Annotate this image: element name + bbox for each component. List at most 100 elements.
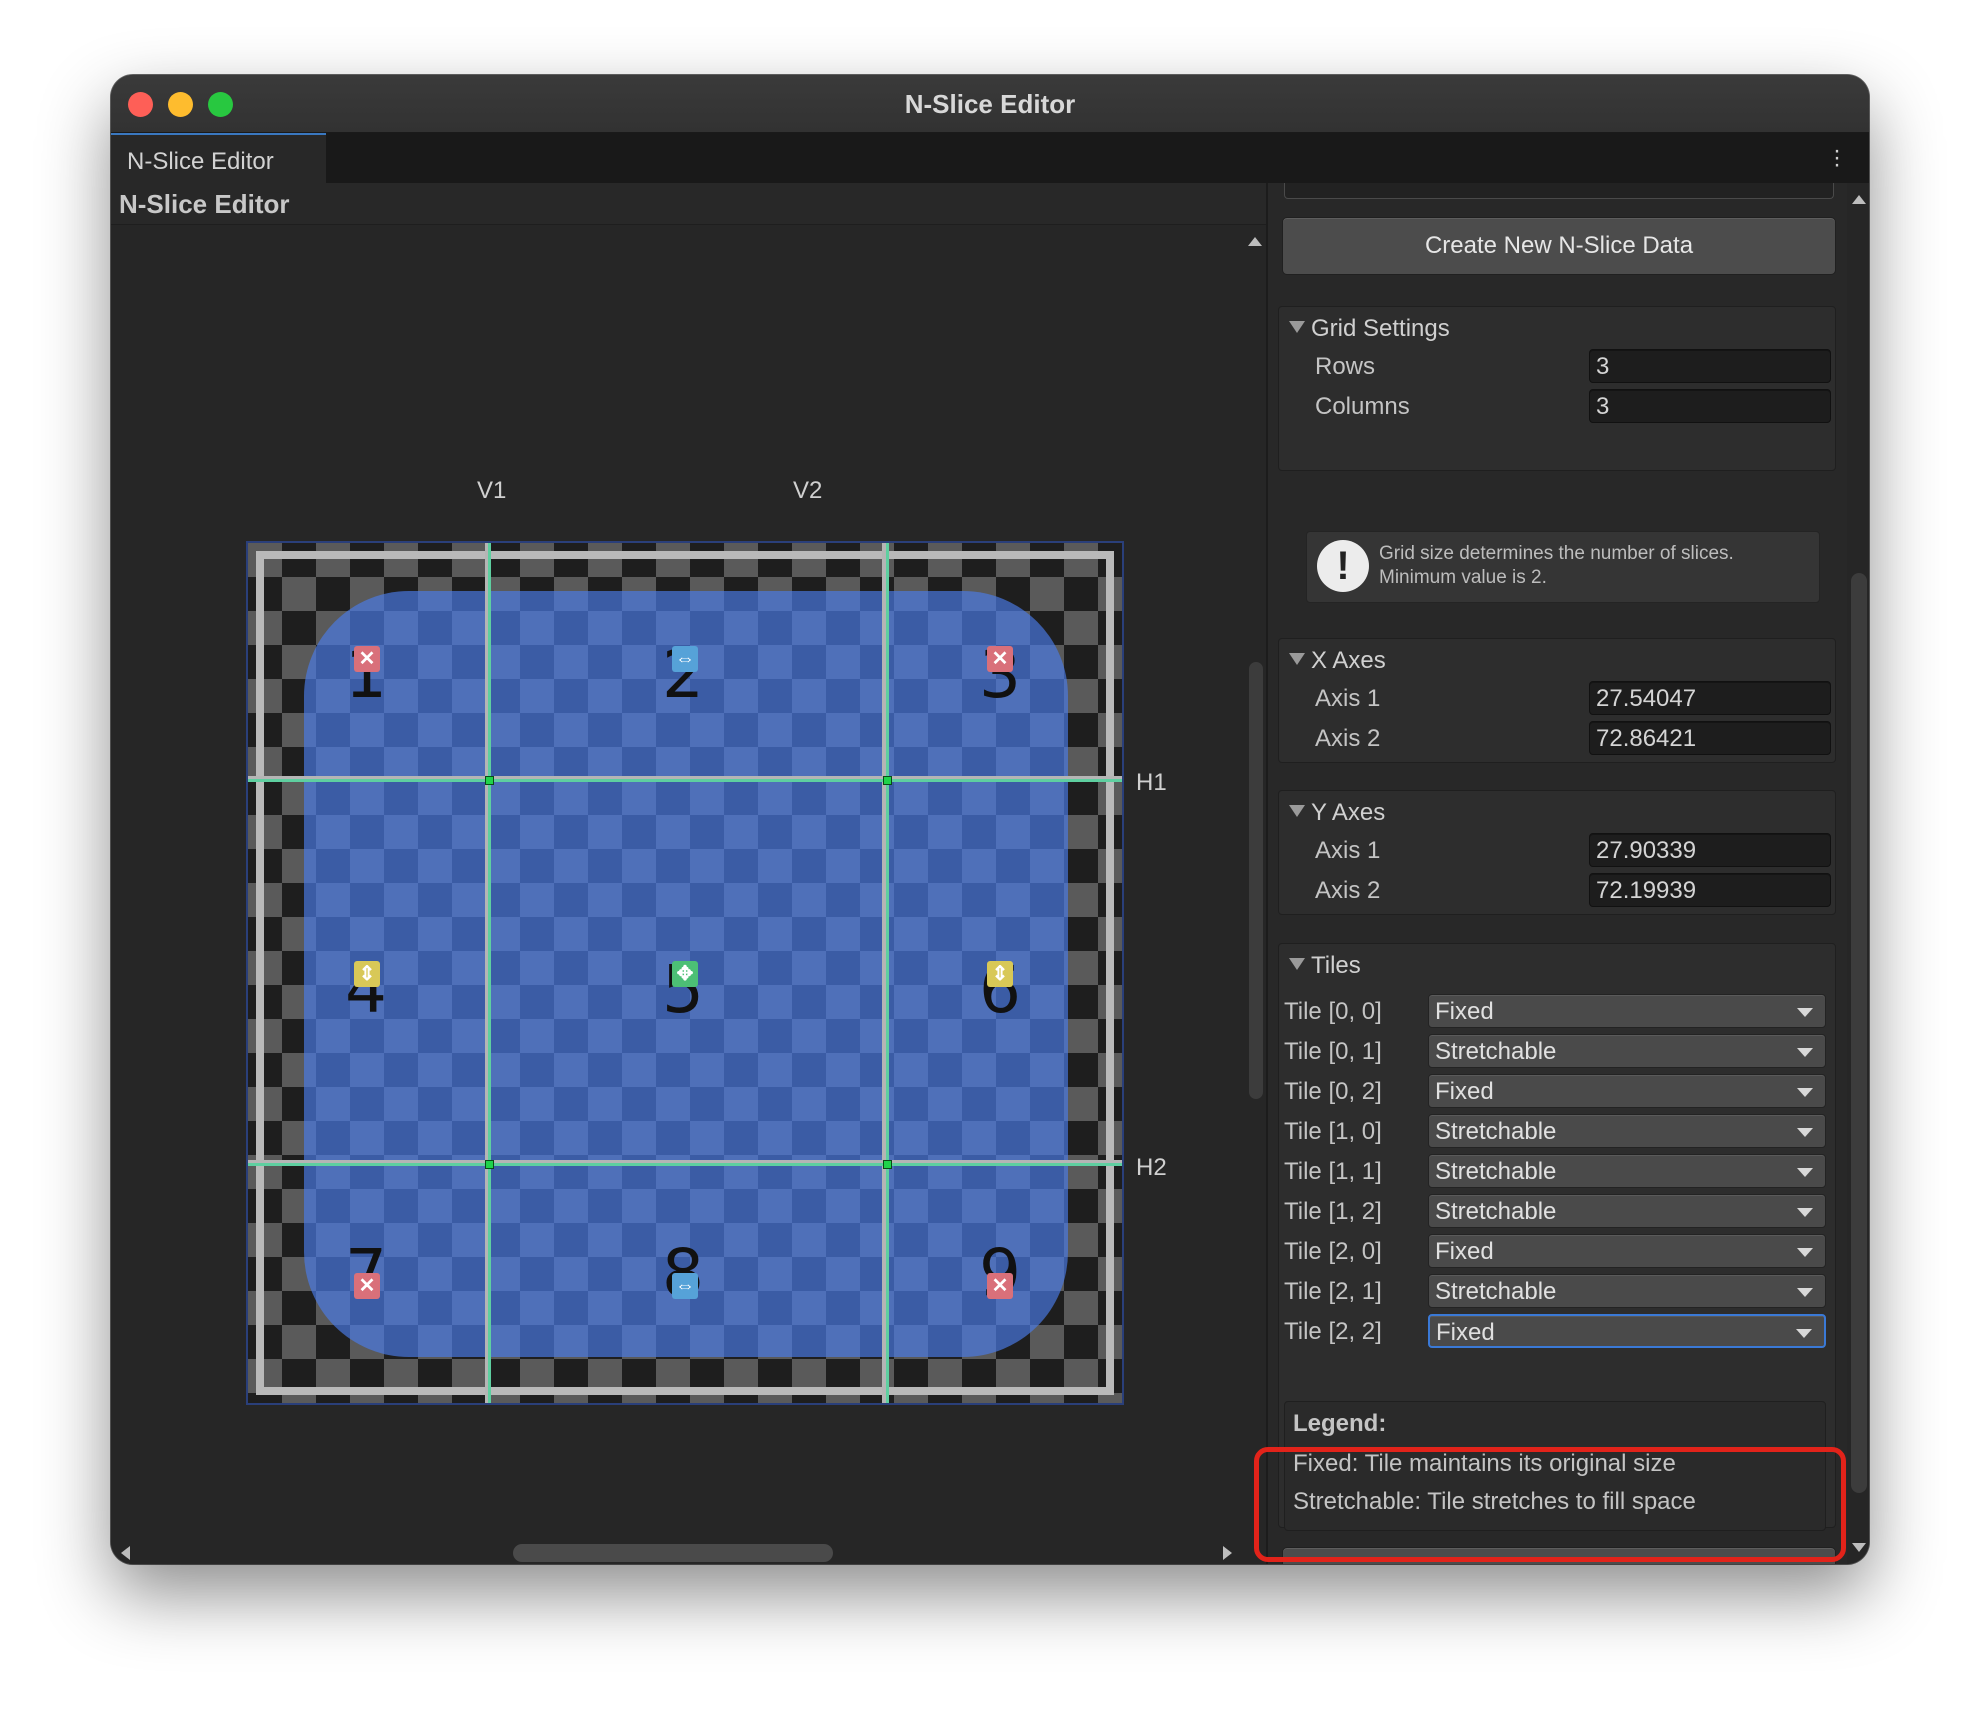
tile-label: Tile [0, 1]: [1284, 1038, 1382, 1065]
tile-mode-value: Stretchable: [1435, 1158, 1557, 1185]
x-axes-foldout[interactable]: X Axes: [1289, 647, 1386, 675]
guide-h1[interactable]: [248, 779, 1122, 782]
tile-label: Tile [0, 0]: [1284, 998, 1382, 1025]
preview-horizontal-scroll-thumb[interactable]: [513, 1544, 833, 1562]
tiles-title: Tiles: [1311, 952, 1361, 979]
guide-handle[interactable]: [883, 1160, 892, 1169]
chevron-down-icon: [1796, 1329, 1812, 1338]
y-axes-foldout[interactable]: Y Axes: [1289, 799, 1385, 827]
stretch-horizontal-icon[interactable]: ⇔: [672, 646, 698, 672]
scroll-up-icon[interactable]: [1852, 195, 1866, 204]
stretch-horizontal-icon[interactable]: ⇔: [672, 1273, 698, 1299]
tile-mode-dropdown[interactable]: Stretchable: [1428, 1114, 1826, 1148]
rows-field[interactable]: 3: [1589, 349, 1831, 383]
stretch-both-icon[interactable]: ✥: [672, 961, 698, 987]
sprite-canvas[interactable]: 1 2 3 4 5 6 7 8 9 ✕ ⇔ ✕ ⇕ ✥ ⇕ ✕ ⇔ ✕: [246, 541, 1124, 1405]
help-line: Minimum value is 2.: [1379, 567, 1547, 588]
guide-h2[interactable]: [248, 1163, 1122, 1166]
chevron-down-icon: [1797, 1288, 1813, 1297]
fixed-tile-icon[interactable]: ✕: [987, 646, 1013, 672]
tile-mode-value: Stretchable: [1435, 1118, 1557, 1145]
tile-mode-dropdown[interactable]: Fixed: [1428, 994, 1826, 1028]
x-axes-section: X Axes Axis 1 27.54047 Axis 2 72.86421: [1278, 638, 1836, 763]
y-axis1-label: Axis 1: [1315, 837, 1381, 864]
foldout-triangle-icon: [1289, 653, 1305, 665]
help-line: Grid size determines the number of slice…: [1379, 543, 1734, 564]
foldout-triangle-icon: [1289, 805, 1305, 817]
chevron-down-icon: [1797, 1048, 1813, 1057]
y-axes-title: Y Axes: [1311, 799, 1386, 826]
x-axis2-field[interactable]: 72.86421: [1589, 721, 1831, 755]
tab-strip: N-Slice Editor · · ·: [111, 133, 1869, 183]
tile-label: Tile [1, 2]: [1284, 1198, 1382, 1225]
tile-mode-value: Fixed: [1435, 998, 1494, 1025]
guide-v1[interactable]: [488, 543, 491, 1403]
x-axes-title: X Axes: [1311, 647, 1386, 674]
guide-label-v1: V1: [477, 477, 507, 504]
tile-mode-dropdown[interactable]: Stretchable: [1428, 1154, 1826, 1188]
fixed-tile-icon[interactable]: ✕: [987, 1273, 1013, 1299]
guide-v2[interactable]: [886, 543, 889, 1403]
scroll-down-icon[interactable]: [1852, 1543, 1866, 1552]
tile-mode-value: Fixed: [1435, 1238, 1494, 1265]
preview-vertical-scroll-thumb[interactable]: [1249, 662, 1263, 1099]
tile-mode-value: Fixed: [1435, 1078, 1494, 1105]
tile-mode-dropdown[interactable]: Fixed: [1428, 1314, 1826, 1348]
create-new-data-button[interactable]: Create New N-Slice Data: [1282, 217, 1836, 275]
tile-mode-dropdown[interactable]: Fixed: [1428, 1074, 1826, 1108]
fixed-tile-icon[interactable]: ✕: [354, 646, 380, 672]
inspector-vertical-scroll-thumb[interactable]: [1851, 573, 1867, 1493]
guide-handle[interactable]: [883, 776, 892, 785]
slice-preview-pane: V1 V2 H1 H2 1 2 3 4 5 6 ✕ ⇔ ✕ ⇕ ✥ ⇕ ✕ ⇔ …: [111, 225, 1266, 1564]
tile-mode-value: Fixed: [1436, 1319, 1495, 1346]
scroll-right-icon[interactable]: [1223, 1546, 1232, 1560]
guide-handle[interactable]: [485, 1160, 494, 1169]
title-bar: N-Slice Editor: [111, 75, 1869, 133]
tile-mode-dropdown[interactable]: Stretchable: [1428, 1194, 1826, 1228]
tile-label: Tile [1, 1]: [1284, 1158, 1382, 1185]
grid-settings-section: Grid Settings Rows 3 Columns 3: [1278, 306, 1836, 471]
x-axis1-field[interactable]: 27.54047: [1589, 681, 1831, 715]
data-asset-field[interactable]: [1284, 183, 1834, 199]
tile-mode-value: Stretchable: [1435, 1198, 1557, 1225]
stretch-vertical-icon[interactable]: ⇕: [354, 961, 380, 987]
guide-handle[interactable]: [485, 776, 494, 785]
tab-n-slice-editor[interactable]: N-Slice Editor: [111, 133, 326, 183]
grid-settings-foldout[interactable]: Grid Settings: [1289, 315, 1450, 343]
tile-mode-dropdown[interactable]: Stretchable: [1428, 1034, 1826, 1068]
tile-mode-dropdown[interactable]: Fixed: [1428, 1234, 1826, 1268]
rows-label: Rows: [1315, 353, 1376, 380]
tile-label: Tile [2, 2]: [1284, 1318, 1382, 1345]
columns-field[interactable]: 3: [1589, 389, 1831, 423]
chevron-down-icon: [1797, 1168, 1813, 1177]
x-axis1-label: Axis 1: [1315, 685, 1381, 712]
fixed-tile-icon[interactable]: ✕: [354, 1273, 380, 1299]
y-axis1-field[interactable]: 27.90339: [1589, 833, 1831, 867]
y-axis2-label: Axis 2: [1315, 877, 1381, 904]
y-axes-section: Y Axes Axis 1 27.90339 Axis 2 72.19939: [1278, 790, 1836, 915]
foldout-triangle-icon: [1289, 321, 1305, 333]
guide-label-v2: V2: [793, 477, 823, 504]
chevron-down-icon: [1797, 1208, 1813, 1217]
tile-mode-value: Stretchable: [1435, 1038, 1557, 1065]
grid-settings-title: Grid Settings: [1311, 315, 1450, 342]
tile-mode-value: Stretchable: [1435, 1278, 1557, 1305]
x-axis2-label: Axis 2: [1315, 725, 1381, 752]
warning-icon: !: [1317, 540, 1369, 592]
grid-size-helpbox: ! Grid size determines the number of sli…: [1306, 531, 1820, 603]
help-text: Grid size determines the number of slice…: [1379, 542, 1734, 590]
chevron-down-icon: [1797, 1088, 1813, 1097]
preview-horizontal-scrollbar[interactable]: [111, 1532, 1246, 1564]
tiles-foldout[interactable]: Tiles: [1289, 952, 1361, 980]
more-options-icon[interactable]: · · ·: [1833, 139, 1841, 177]
tile-label: Tile [0, 2]: [1284, 1078, 1382, 1105]
legend-title: Legend:: [1293, 1410, 1387, 1437]
editor-window: N-Slice Editor N-Slice Editor · · · N-Slic…: [111, 75, 1869, 1564]
scroll-up-icon[interactable]: [1248, 237, 1262, 246]
inspector-panel: Create New N-Slice Data Grid Settings Ro…: [1266, 183, 1869, 1564]
stretch-vertical-icon[interactable]: ⇕: [987, 961, 1013, 987]
y-axis2-field[interactable]: 72.19939: [1589, 873, 1831, 907]
scroll-left-icon[interactable]: [121, 1546, 130, 1560]
tile-label: Tile [2, 0]: [1284, 1238, 1382, 1265]
tile-mode-dropdown[interactable]: Stretchable: [1428, 1274, 1826, 1308]
